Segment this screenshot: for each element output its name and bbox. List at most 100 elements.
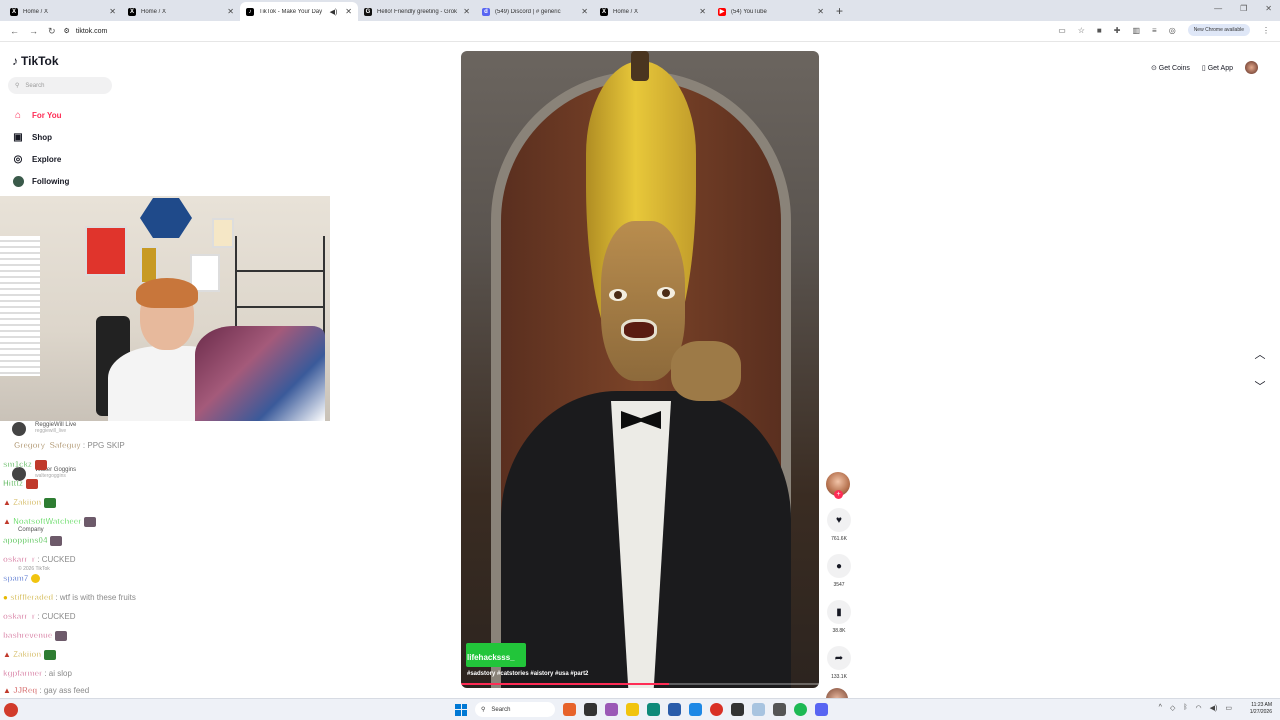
discord-icon[interactable] (815, 703, 828, 716)
sidebar-item-following[interactable]: Following (12, 170, 69, 192)
video-author-handle[interactable]: lifehacksss_ (467, 653, 515, 662)
chat-text: ai slop (48, 669, 72, 678)
sidebar-item-explore[interactable]: ◎ Explore (12, 148, 69, 170)
site-info-icon[interactable]: ⚙ (64, 27, 70, 35)
chrome-update-button[interactable]: New Chrome available (1187, 24, 1250, 36)
close-tab-icon[interactable]: ✕ (581, 7, 588, 16)
restore-icon[interactable]: ❐ (1240, 4, 1247, 13)
chat-username: JJReq (13, 686, 38, 696)
chevron-down-icon[interactable]: ﹀ (1251, 377, 1269, 395)
network-icon[interactable]: ◇ (1170, 704, 1175, 712)
battery-icon[interactable]: ▭ (1225, 704, 1232, 712)
get-app-button[interactable]: ▯ Get App (1202, 64, 1233, 72)
close-tab-icon[interactable]: ✕ (227, 7, 234, 16)
close-tab-icon[interactable]: ✕ (699, 7, 706, 16)
badge-icon: ▲ (3, 686, 14, 695)
bluetooth-icon[interactable]: ᛒ (1183, 704, 1187, 712)
extension-icon[interactable]: ■ (1097, 26, 1102, 35)
header-actions: ⊙ Get Coins ▯ Get App (1151, 61, 1258, 74)
windows-start-icon[interactable] (455, 703, 467, 716)
chat-text: CUCKED (41, 555, 76, 564)
browser-tab[interactable]: d (549) Discord | # generic ✕ (476, 2, 594, 21)
cast-icon[interactable]: ▭ (1058, 26, 1066, 35)
pointing-hand (671, 341, 741, 401)
file-explorer-icon[interactable] (626, 703, 639, 716)
taskbar-clock[interactable]: 11:23 AM 1/27/2026 (1250, 702, 1272, 716)
window-blinds (0, 236, 40, 376)
wifi-icon[interactable]: ◠ (1196, 704, 1202, 712)
get-coins-button[interactable]: ⊙ Get Coins (1151, 64, 1190, 72)
like-button[interactable]: ♥ (827, 508, 851, 532)
profile-avatar[interactable] (1245, 61, 1258, 74)
comment-button[interactable]: ● (827, 554, 851, 578)
sidebar-icon[interactable]: ▥ (1132, 26, 1140, 35)
store-icon[interactable] (668, 703, 681, 716)
browser-tab[interactable]: ▶ (54) YouTube ✕ (712, 2, 830, 21)
spotify-icon[interactable] (794, 703, 807, 716)
x-logo-icon: X (10, 7, 18, 16)
sidebar-item-shop[interactable]: ▣ Shop (12, 126, 69, 148)
chevron-up-icon[interactable]: ︿ (1251, 345, 1269, 363)
new-tab-button[interactable]: + (836, 4, 843, 18)
share-count: 133.1K (831, 674, 847, 680)
app-icon[interactable] (773, 703, 786, 716)
task-view-icon[interactable] (584, 703, 597, 716)
edge-icon[interactable] (647, 703, 660, 716)
home-icon: ⌂ (14, 109, 22, 121)
chat-message: bashrevenue (3, 631, 68, 641)
close-tab-icon[interactable]: ✕ (109, 7, 116, 16)
puzzle-extensions-icon[interactable]: ✚ (1114, 26, 1121, 35)
close-window-icon[interactable]: ✕ (1265, 4, 1272, 13)
speaker-icon[interactable]: ◀) (330, 8, 338, 16)
weather-widget-icon[interactable] (4, 703, 18, 717)
browser-tab[interactable]: G Hello! Friendly greeting - Grok ✕ (358, 2, 476, 21)
close-tab-icon[interactable]: ✕ (817, 7, 824, 16)
browser-tab[interactable]: X Home / X ✕ (594, 2, 712, 21)
url-field[interactable]: ⚙ tiktok.com (64, 27, 108, 36)
close-tab-icon[interactable]: ✕ (345, 7, 352, 16)
tiktok-logo[interactable]: ♪ TikTok (12, 54, 59, 68)
tray-chevron-icon[interactable]: ^ (1159, 704, 1162, 712)
chat-username: Hitttz (3, 479, 24, 489)
media-controls-icon[interactable]: ≡ (1152, 26, 1157, 35)
taskbar-search[interactable]: ⚲ Search (475, 702, 555, 717)
search-icon: ⚲ (15, 83, 20, 89)
back-icon[interactable]: ← (10, 26, 19, 36)
save-button[interactable]: ▮ (827, 600, 851, 624)
profile-icon[interactable]: ◎ (1169, 26, 1176, 35)
app-icon[interactable] (563, 703, 576, 716)
chat-message: ▲ Zakiion (3, 650, 57, 660)
chat-username: Gregory_Safeguy (14, 441, 81, 451)
reload-icon[interactable]: ↻ (48, 26, 56, 37)
share-button[interactable]: ➦ (827, 646, 851, 670)
obs-icon[interactable] (731, 703, 744, 716)
menu-kebab-icon[interactable]: ⋮ (1262, 26, 1270, 35)
creator-avatar[interactable]: + (826, 472, 850, 499)
chat-username: apoppins04 (3, 536, 48, 546)
chrome-icon[interactable] (710, 703, 723, 716)
video-player[interactable]: lifehacksss_ #sadstory #catstories #aist… (461, 51, 819, 688)
blanket (195, 326, 325, 421)
sidebar-item-for-you[interactable]: ⌂ For You (12, 104, 69, 126)
app-icon[interactable] (752, 703, 765, 716)
video-progress-bar[interactable] (461, 683, 819, 685)
chat-message: oskarr_r : CUCKED (3, 555, 76, 565)
comment-count: 3547 (833, 582, 845, 588)
copilot-icon[interactable] (605, 703, 618, 716)
minimize-icon[interactable]: — (1214, 4, 1222, 13)
follow-plus-icon[interactable]: + (834, 490, 843, 499)
tab-title: (54) YouTube (731, 8, 767, 15)
browser-tab[interactable]: X Home / X ✕ (122, 2, 240, 21)
volume-icon[interactable]: ◀) (1210, 704, 1218, 712)
forward-icon[interactable]: → (29, 26, 38, 36)
browser-tab-active[interactable]: ♪ TikTok - Make Your Day ◀) ✕ (240, 2, 358, 21)
app-icon[interactable] (689, 703, 702, 716)
chat-message: ● stiffleraded : wtf is with these fruit… (3, 593, 136, 603)
close-tab-icon[interactable]: ✕ (463, 7, 470, 16)
bookmark-star-icon[interactable]: ☆ (1078, 26, 1085, 35)
search-input[interactable]: ⚲ Search (8, 77, 112, 94)
get-app-label: Get App (1207, 64, 1233, 72)
browser-tab[interactable]: X Home / X ✕ (4, 2, 122, 21)
chat-text: PPG SKIP (87, 441, 125, 450)
video-hashtags[interactable]: #sadstory #catstories #aistory #usa #par… (467, 671, 588, 677)
